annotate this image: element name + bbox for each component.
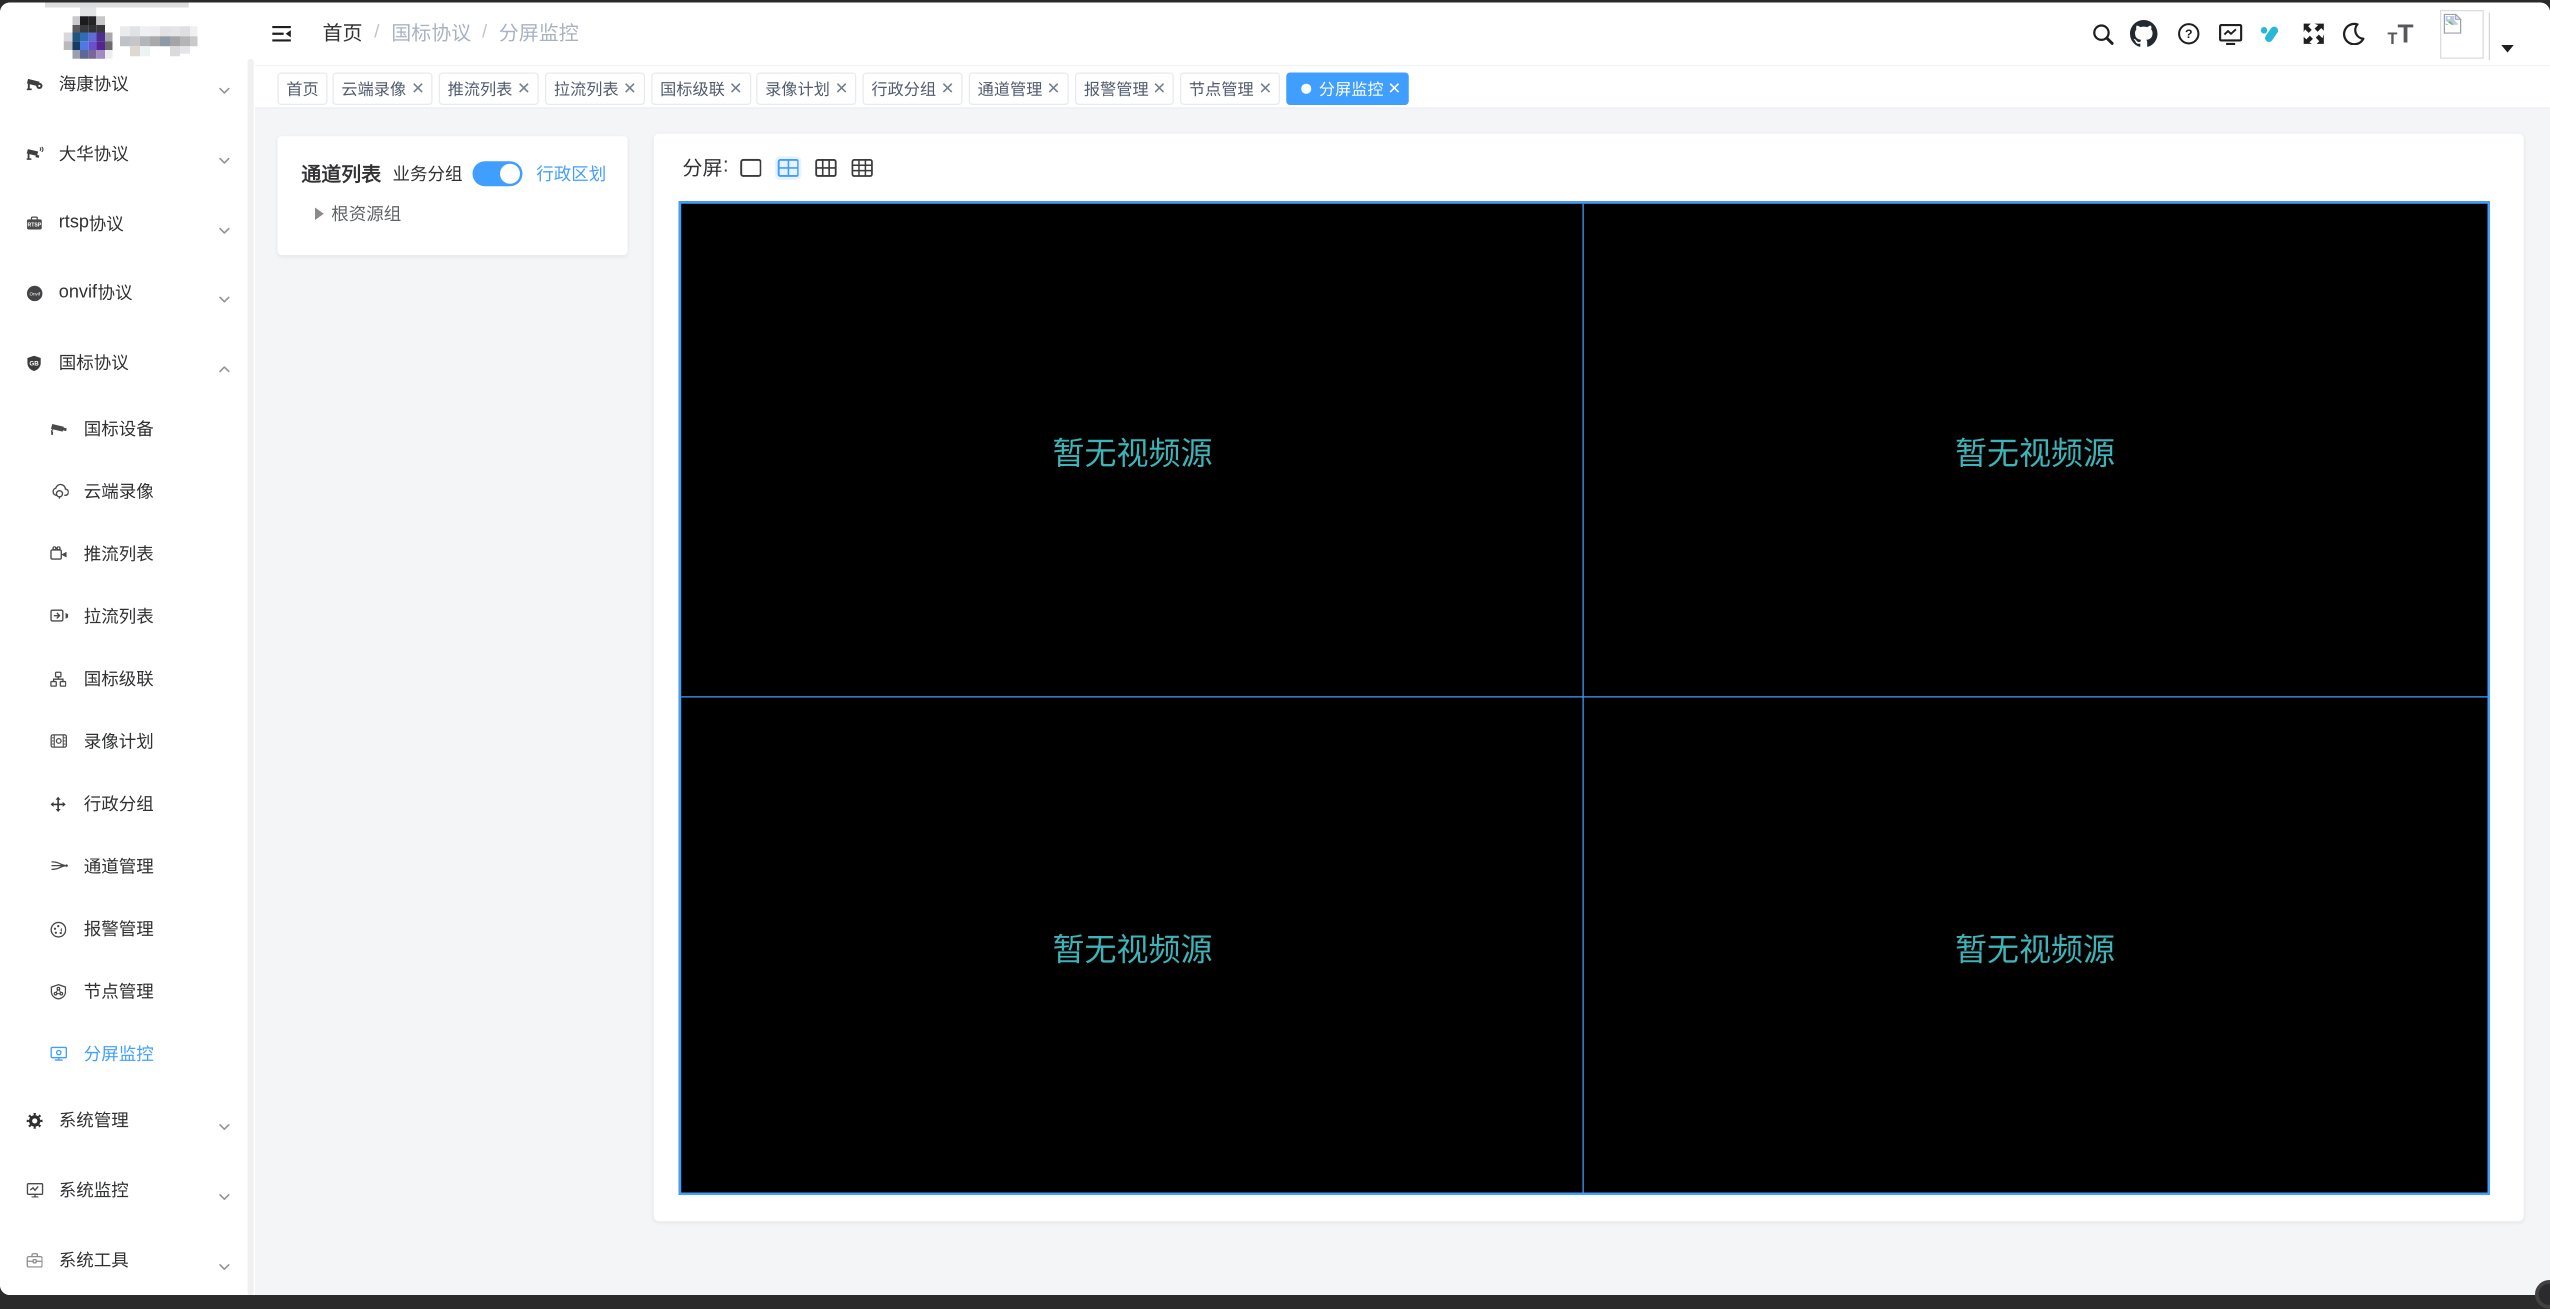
svg-text:?: ? xyxy=(2184,27,2192,41)
svg-text:Onvif: Onvif xyxy=(29,292,40,297)
svg-text:RTSP: RTSP xyxy=(27,222,41,228)
svg-text:GB: GB xyxy=(29,361,39,368)
